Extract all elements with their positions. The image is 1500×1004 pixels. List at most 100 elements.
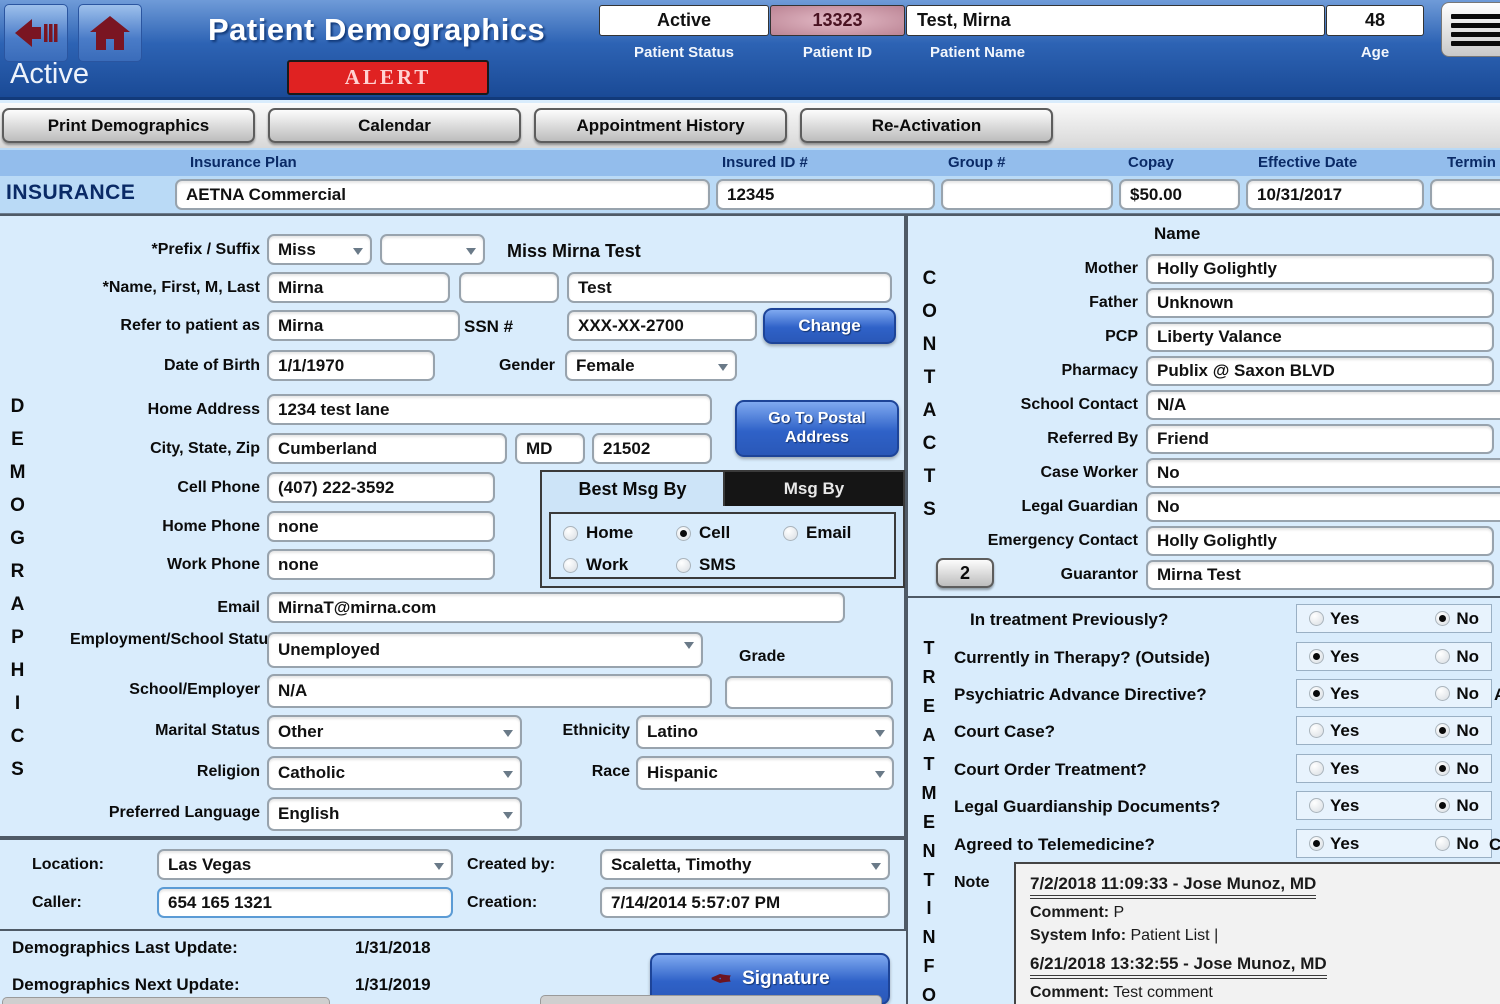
- contact-mother-field[interactable]: Holly Golightly: [1146, 254, 1494, 284]
- patient-id-field[interactable]: 13323: [770, 5, 905, 36]
- gender-dropdown[interactable]: Female: [565, 350, 737, 381]
- last-name-field[interactable]: Test: [567, 272, 892, 303]
- race-dropdown[interactable]: Hispanic: [636, 756, 894, 790]
- contact-legal-guardian-field[interactable]: No: [1146, 492, 1500, 522]
- dob-field[interactable]: 1/1/1970: [267, 350, 435, 381]
- radio-option-yes[interactable]: Yes: [1309, 647, 1359, 667]
- contact-case-worker-field[interactable]: No: [1146, 458, 1500, 488]
- radio-option-yes[interactable]: Yes: [1309, 721, 1359, 741]
- msg-option-sms[interactable]: SMS: [676, 555, 736, 575]
- contact-guarantor-field[interactable]: Mirna Test: [1146, 560, 1494, 590]
- city-field[interactable]: Cumberland: [267, 433, 507, 464]
- go-to-postal-address-button[interactable]: Go To Postal Address: [735, 400, 899, 457]
- cell-phone-field[interactable]: (407) 222-3592: [267, 472, 495, 503]
- change-ssn-button[interactable]: Change: [763, 308, 896, 344]
- middle-name-field[interactable]: [459, 272, 559, 303]
- contact-pharmacy-field[interactable]: Publix @ Saxon BLVD: [1146, 356, 1494, 386]
- age-field[interactable]: 48: [1326, 5, 1424, 36]
- alert-button[interactable]: ALERT: [287, 60, 489, 95]
- contact-pcp-field[interactable]: Liberty Valance: [1146, 322, 1494, 352]
- home-address-label: Home Address: [30, 401, 260, 419]
- radio-option-no[interactable]: No: [1435, 759, 1479, 779]
- appointment-history-button[interactable]: Appointment History: [534, 108, 787, 143]
- best-msg-by-box: Best Msg By Msg By Home Cell Email Work: [540, 470, 905, 588]
- prefix-suffix-label: *Prefix / Suffix: [60, 241, 260, 259]
- chevron-down-icon: [684, 642, 694, 649]
- contact-label: Pharmacy: [918, 362, 1138, 380]
- state-field[interactable]: MD: [515, 433, 585, 464]
- contact-emergency-field[interactable]: Holly Golightly: [1146, 526, 1494, 556]
- radio-option-yes[interactable]: Yes: [1309, 609, 1359, 629]
- msg-option-work[interactable]: Work: [563, 555, 628, 575]
- patient-name-field[interactable]: Test, Mirna: [906, 5, 1325, 36]
- first-name-field[interactable]: Mirna: [267, 272, 450, 303]
- marital-status-dropdown[interactable]: Other: [267, 715, 522, 749]
- patient-status-field[interactable]: Active: [599, 5, 769, 36]
- contact-referred-by-field[interactable]: Friend: [1146, 424, 1494, 454]
- insurance-section: Insurance Plan Insured ID # Group # Copa…: [0, 148, 1500, 215]
- grade-field[interactable]: [725, 676, 893, 709]
- home-phone-field[interactable]: none: [267, 511, 495, 542]
- radio-home[interactable]: [563, 526, 578, 541]
- caller-field[interactable]: 654 165 1321: [157, 887, 453, 918]
- tab-best-msg-by[interactable]: Best Msg By: [542, 472, 725, 506]
- insured-id-field[interactable]: 12345: [716, 179, 935, 210]
- radio-option-yes[interactable]: Yes: [1309, 796, 1359, 816]
- radio-option-no[interactable]: No: [1435, 647, 1479, 667]
- re-activation-button[interactable]: Re-Activation: [800, 108, 1053, 143]
- home-address-field[interactable]: 1234 test lane: [267, 394, 712, 425]
- created-by-dropdown[interactable]: Scaletta, Timothy: [600, 849, 890, 880]
- chevron-down-icon: [871, 863, 881, 870]
- termination-field[interactable]: [1430, 179, 1500, 210]
- radio-option-no[interactable]: No: [1435, 796, 1479, 816]
- msg-option-email[interactable]: Email: [783, 523, 851, 543]
- radio-option-no[interactable]: No: [1435, 721, 1479, 741]
- employment-status-label: Employment/School Status: [70, 629, 260, 650]
- effective-date-field[interactable]: 10/31/2017: [1246, 179, 1424, 210]
- email-field[interactable]: MirnaT@mirna.com: [267, 592, 845, 623]
- preferred-language-dropdown[interactable]: English: [267, 797, 522, 831]
- msg-option-home[interactable]: Home: [563, 523, 633, 543]
- note-box[interactable]: 7/2/2018 11:09:33 - Jose Munoz, MD Comme…: [1014, 862, 1500, 1004]
- group-field[interactable]: [941, 179, 1113, 210]
- location-dropdown[interactable]: Las Vegas: [157, 849, 453, 880]
- contact-father-field[interactable]: Unknown: [1146, 288, 1494, 318]
- guarantor-count-button[interactable]: 2: [936, 558, 994, 588]
- radio-work[interactable]: [563, 558, 578, 573]
- copay-field[interactable]: $50.00: [1119, 179, 1240, 210]
- refer-field[interactable]: Mirna: [267, 310, 460, 341]
- dob-label: Date of Birth: [30, 357, 260, 375]
- home-button[interactable]: [78, 4, 142, 62]
- radio-option-no[interactable]: No: [1435, 834, 1479, 854]
- radio-option-yes[interactable]: Yes: [1309, 834, 1359, 854]
- radio-option-no[interactable]: No: [1435, 684, 1479, 704]
- creation-date-field[interactable]: 7/14/2014 5:57:07 PM: [600, 887, 890, 918]
- radio-sms[interactable]: [676, 558, 691, 573]
- religion-dropdown[interactable]: Catholic: [267, 756, 522, 790]
- location-label: Location:: [32, 856, 104, 874]
- chevron-down-icon: [875, 730, 885, 737]
- contact-school-field[interactable]: N/A: [1146, 390, 1500, 420]
- print-demographics-button[interactable]: Print Demographics: [2, 108, 255, 143]
- zip-field[interactable]: 21502: [592, 433, 712, 464]
- ethnicity-dropdown[interactable]: Latino: [636, 715, 894, 749]
- school-employer-label: School/Employer: [30, 681, 260, 699]
- radio-option-yes[interactable]: Yes: [1309, 759, 1359, 779]
- ssn-field[interactable]: XXX-XX-2700: [567, 310, 757, 341]
- radio-option-yes[interactable]: Yes: [1309, 684, 1359, 704]
- msg-option-cell[interactable]: Cell: [676, 523, 730, 543]
- tab-msg-by[interactable]: Msg By: [725, 472, 903, 506]
- radio-email[interactable]: [783, 526, 798, 541]
- back-button[interactable]: [4, 4, 68, 62]
- calendar-button[interactable]: Calendar: [268, 108, 521, 143]
- insurance-plan-field[interactable]: AETNA Commercial: [175, 179, 710, 210]
- menu-button[interactable]: [1441, 2, 1500, 57]
- employment-status-dropdown[interactable]: Unemployed: [267, 632, 703, 668]
- school-employer-field[interactable]: N/A: [267, 674, 712, 708]
- suffix-dropdown[interactable]: [380, 234, 485, 265]
- prefix-dropdown[interactable]: Miss: [267, 234, 372, 265]
- radio-cell[interactable]: [676, 526, 691, 541]
- radio-option-no[interactable]: No: [1435, 609, 1479, 629]
- work-phone-field[interactable]: none: [267, 549, 495, 580]
- contact-label: Guarantor: [998, 566, 1138, 584]
